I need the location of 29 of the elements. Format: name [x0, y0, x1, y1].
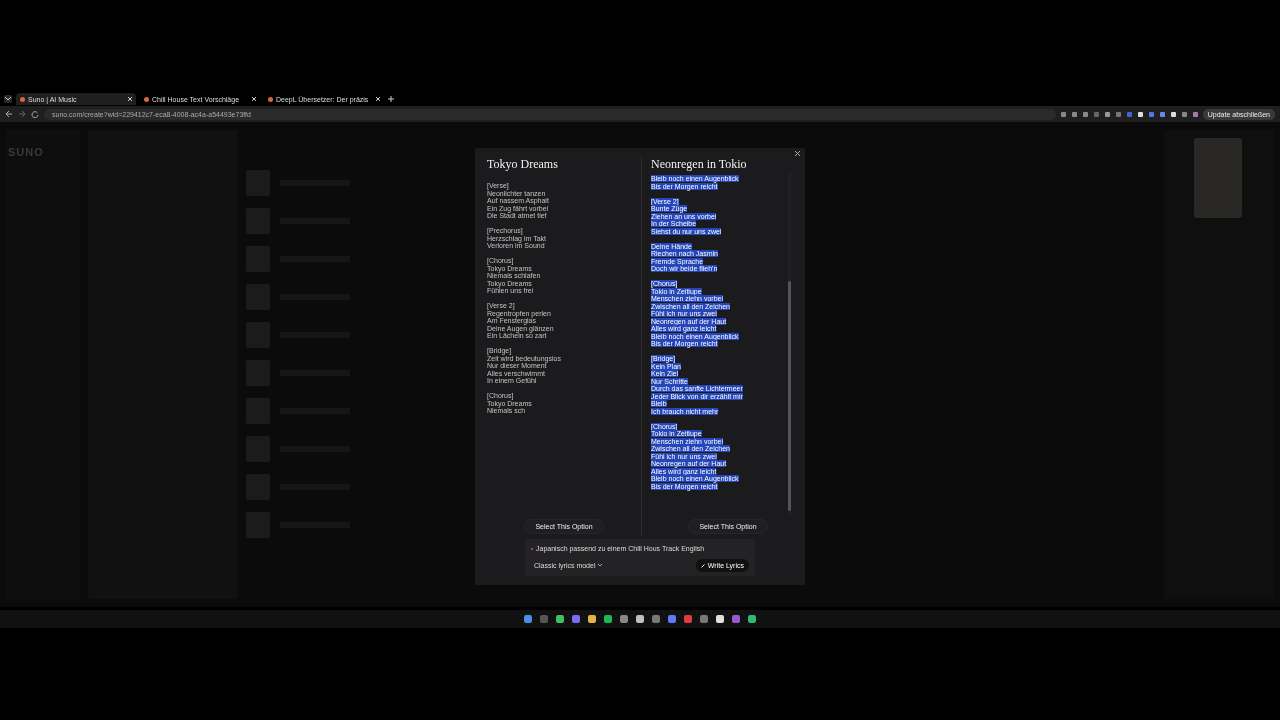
- app-tile-icon[interactable]: [540, 615, 548, 623]
- app-tile-icon[interactable]: [684, 615, 692, 623]
- app-tile-icon[interactable]: [652, 615, 660, 623]
- song-title: Neonregen in Tokio: [651, 156, 748, 173]
- close-icon[interactable]: [795, 151, 800, 156]
- app-tile-icon[interactable]: [716, 615, 724, 623]
- chevron-icon[interactable]: [4, 95, 12, 103]
- plus-icon[interactable]: [388, 96, 394, 102]
- close-icon[interactable]: [128, 97, 132, 101]
- back-icon[interactable]: [5, 110, 13, 118]
- app-tile-icon[interactable]: [620, 615, 628, 623]
- app-tile-icon[interactable]: [556, 615, 564, 623]
- forward-icon[interactable]: [18, 110, 26, 118]
- close-icon[interactable]: [376, 97, 380, 101]
- app-tile-icon[interactable]: [524, 615, 532, 623]
- reload-icon[interactable]: [31, 110, 39, 118]
- app-tile-icon[interactable]: [748, 615, 756, 623]
- scrollbar[interactable]: [788, 173, 791, 515]
- song-title: Tokyo Dreams: [487, 156, 559, 173]
- app-tile-icon[interactable]: [572, 615, 580, 623]
- app-tile-icon[interactable]: [636, 615, 644, 623]
- app-tile-icon[interactable]: [700, 615, 708, 623]
- caret-icon: [598, 564, 603, 567]
- app-tile-icon[interactable]: [588, 615, 596, 623]
- pen-icon: [700, 563, 705, 568]
- close-icon[interactable]: [252, 97, 256, 101]
- app-tile-icon[interactable]: [732, 615, 740, 623]
- app-tile-icon[interactable]: [668, 615, 676, 623]
- app-tile-icon[interactable]: [604, 615, 612, 623]
